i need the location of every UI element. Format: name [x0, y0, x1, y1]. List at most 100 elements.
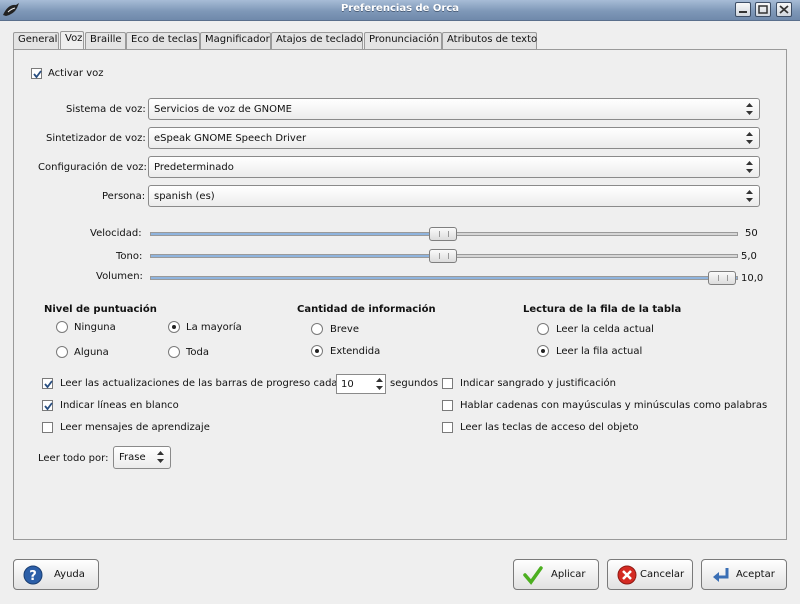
help-icon: ? — [23, 565, 43, 585]
voice-config-value: Predeterminado — [154, 162, 234, 173]
spinner-arrows-icon — [376, 378, 383, 390]
pitch-slider-thumb[interactable] — [429, 249, 457, 263]
person-label: Persona: — [102, 191, 146, 202]
access-keys-checkbox[interactable] — [442, 422, 453, 433]
punctuation-header: Nivel de puntuación — [44, 304, 157, 315]
verbosity-header: Cantidad de información — [297, 304, 436, 315]
progress-interval-value: 10 — [341, 379, 354, 390]
indentation-label: Indicar sangrado y justificación — [460, 378, 617, 389]
voice-config-combo[interactable]: Predeterminado — [148, 156, 760, 178]
mixed-case-checkbox[interactable] — [442, 400, 453, 411]
punctuation-radio-ninguna[interactable] — [56, 321, 68, 333]
punctuation-radio-toda[interactable] — [168, 346, 180, 358]
cancel-icon — [617, 565, 637, 585]
close-icon — [779, 5, 789, 14]
say-all-combo[interactable]: Frase — [113, 446, 171, 469]
volume-label: Volumen: — [96, 271, 143, 282]
tab-pronunciacion[interactable]: Pronunciación — [364, 32, 442, 49]
speech-system-label: Sistema de voz: — [66, 104, 146, 115]
tutorial-messages-checkbox[interactable] — [42, 422, 53, 433]
maximize-button[interactable] — [755, 2, 771, 17]
verbosity-radio-extendida[interactable] — [311, 345, 323, 357]
cancel-button-label: Cancelar — [640, 569, 685, 580]
apply-button[interactable]: Aplicar — [513, 559, 599, 590]
tab-atributos-de-texto[interactable]: Atributos de texto — [442, 32, 537, 49]
help-button[interactable]: ? Ayuda — [13, 559, 99, 590]
return-arrow-icon — [713, 568, 729, 582]
maximize-icon — [758, 5, 768, 14]
progress-interval-unit: segundos — [390, 378, 439, 389]
close-window-button[interactable] — [776, 2, 792, 17]
tutorial-messages-label: Leer mensajes de aprendizaje — [60, 422, 210, 433]
check-icon — [44, 380, 53, 389]
tab-voz[interactable]: Voz — [60, 31, 84, 50]
progress-interval-spinner[interactable]: 10 — [336, 374, 386, 394]
voice-config-label: Configuración de voz: — [38, 162, 147, 173]
progress-updates-checkbox[interactable] — [42, 378, 53, 389]
punctuation-radio-la-mayoria[interactable] — [168, 321, 180, 333]
table-rows-radio-cell[interactable] — [537, 323, 549, 335]
accept-button-label: Aceptar — [736, 569, 775, 580]
enable-speech-label: Activar voz — [48, 68, 104, 79]
accept-button[interactable]: Aceptar — [701, 559, 787, 590]
check-icon — [33, 70, 42, 79]
volume-slider-track[interactable] — [150, 276, 738, 280]
indentation-checkbox[interactable] — [442, 378, 453, 389]
table-rows-radio-row[interactable] — [537, 345, 549, 357]
progress-updates-label: Leer las actualizaciones de las barras d… — [60, 378, 338, 389]
table-rows-header: Lectura de la fila de la tabla — [523, 304, 682, 315]
verbosity-label-breve: Breve — [330, 324, 359, 335]
pitch-label: Tono: — [116, 251, 143, 262]
combo-arrows-icon — [746, 132, 753, 144]
blank-lines-checkbox[interactable] — [42, 400, 53, 411]
volume-slider-fill — [151, 277, 737, 279]
tab-eco-de-teclas[interactable]: Eco de teclas — [126, 32, 200, 49]
rate-slider-thumb[interactable] — [429, 227, 457, 241]
pitch-value: 5,0 — [741, 251, 757, 262]
check-icon — [44, 402, 53, 411]
synthesizer-combo[interactable]: eSpeak GNOME Speech Driver — [148, 127, 760, 149]
apply-button-label: Aplicar — [551, 569, 586, 580]
combo-arrows-icon — [746, 103, 753, 115]
volume-value: 10,0 — [741, 273, 764, 284]
person-value: spanish (es) — [154, 191, 215, 202]
window-titlebar: Preferencias de Orca — [0, 0, 800, 21]
say-all-value: Frase — [119, 452, 146, 463]
tab-general[interactable]: General — [13, 32, 59, 49]
blank-lines-label: Indicar líneas en blanco — [60, 400, 179, 411]
rate-label: Velocidad: — [90, 228, 142, 239]
combo-arrows-icon — [746, 161, 753, 173]
svg-text:?: ? — [29, 569, 37, 584]
synthesizer-label: Sintetizador de voz: — [46, 133, 146, 144]
access-keys-label: Leer las teclas de acceso del objeto — [460, 422, 639, 433]
speech-system-value: Servicios de voz de GNOME — [154, 104, 292, 115]
rate-slider-fill — [151, 233, 444, 235]
punctuation-label-toda: Toda — [186, 347, 210, 358]
say-all-label: Leer todo por: — [38, 453, 109, 464]
verbosity-radio-breve[interactable] — [311, 323, 323, 335]
verbosity-label-extendida: Extendida — [330, 346, 381, 357]
table-rows-label-cell: Leer la celda actual — [556, 324, 654, 335]
tab-magnificador[interactable]: Magnificador — [200, 32, 271, 49]
tab-atajos-de-teclado[interactable]: Atajos de teclado — [271, 32, 363, 49]
combo-arrows-icon — [157, 451, 164, 463]
speech-system-combo[interactable]: Servicios de voz de GNOME — [148, 98, 760, 120]
combo-arrows-icon — [746, 190, 753, 202]
pitch-slider-fill — [151, 255, 444, 257]
checkmark-icon — [523, 566, 543, 585]
volume-slider-thumb[interactable] — [708, 271, 736, 285]
punctuation-label-alguna: Alguna — [74, 347, 109, 358]
person-combo[interactable]: spanish (es) — [148, 185, 760, 207]
table-rows-label-row: Leer la fila actual — [556, 346, 643, 357]
mixed-case-label: Hablar cadenas con mayúsculas y minúscul… — [460, 400, 768, 411]
tab-braille[interactable]: Braille — [85, 32, 126, 49]
punctuation-label-la-mayoria: La mayoría — [186, 322, 242, 333]
window-title: Preferencias de Orca — [340, 3, 460, 14]
punctuation-radio-alguna[interactable] — [56, 346, 68, 358]
enable-speech-checkbox[interactable] — [31, 68, 42, 79]
rate-value: 50 — [745, 228, 758, 239]
minimize-button[interactable] — [735, 2, 751, 17]
punctuation-label-ninguna: Ninguna — [74, 322, 116, 333]
minimize-icon — [739, 11, 747, 13]
cancel-button[interactable]: Cancelar — [607, 559, 693, 590]
